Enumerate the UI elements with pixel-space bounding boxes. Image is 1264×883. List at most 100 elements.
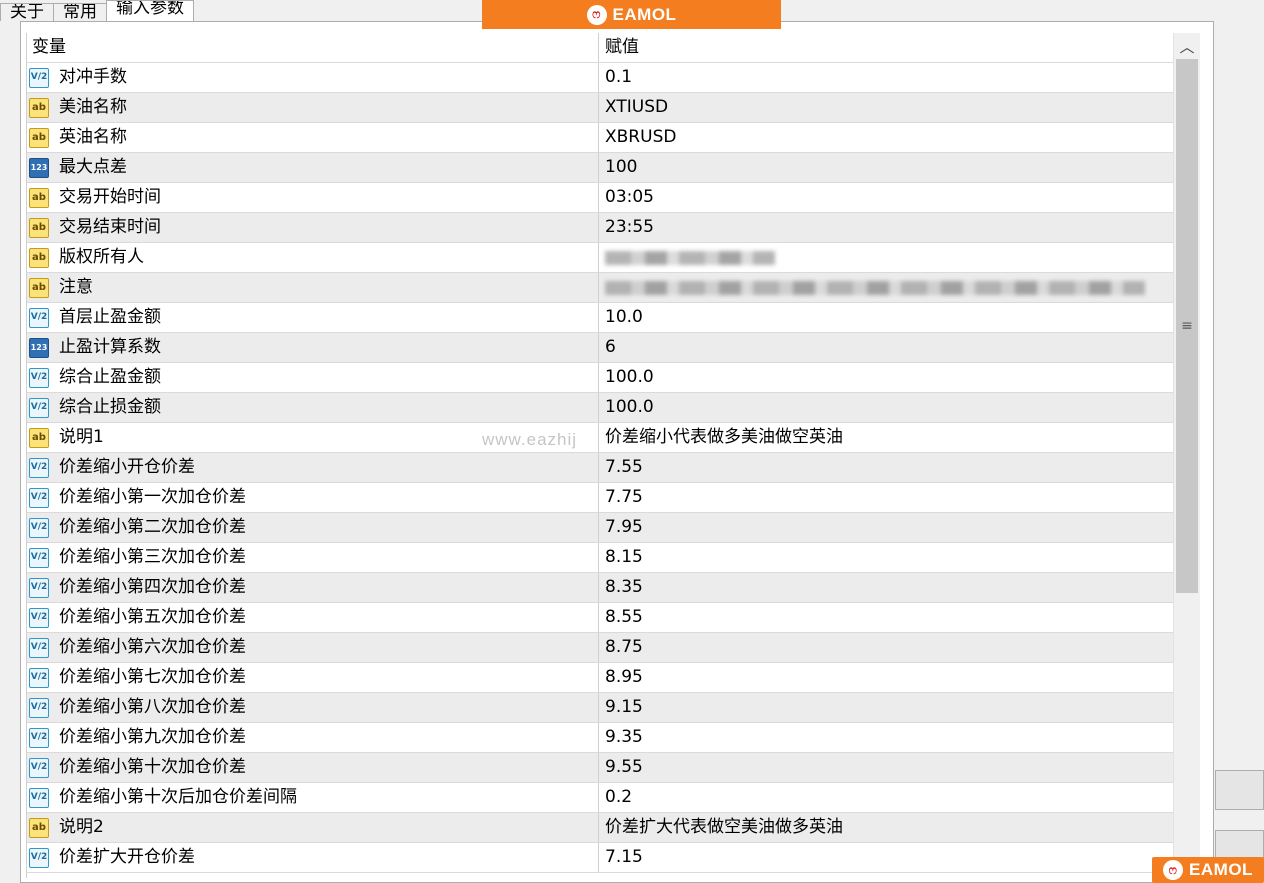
variable-name-cell[interactable]: ab 版权所有人 — [27, 243, 599, 272]
value-cell[interactable]: 8.95 — [599, 663, 1174, 692]
table-row[interactable]: V/2 综合止盈金额 100.0 — [27, 363, 1174, 393]
value-text: 8.95 — [605, 667, 643, 687]
table-row[interactable]: V/2 价差缩小第十次后加仓价差间隔 0.2 — [27, 783, 1174, 813]
table-row[interactable]: V/2 综合止损金额 100.0 — [27, 393, 1174, 423]
variable-name-cell[interactable]: V/2 综合止盈金额 — [27, 363, 599, 392]
table-row[interactable]: ab 美油名称 XTIUSD — [27, 93, 1174, 123]
table-row[interactable]: ab 说明1 价差缩小代表做多美油做空英油 — [27, 423, 1174, 453]
value-cell[interactable]: 6 — [599, 333, 1174, 362]
column-header-variable[interactable]: 变量 — [27, 33, 599, 62]
value-cell[interactable]: 9.35 — [599, 723, 1174, 752]
variable-name-cell[interactable]: V/2 价差缩小第十次后加仓价差间隔 — [27, 783, 599, 812]
table-row[interactable]: V/2 价差缩小第四次加仓价差 8.35 — [27, 573, 1174, 603]
column-header-value[interactable]: 赋值 — [599, 33, 1174, 62]
variable-name: 最大点差 — [59, 157, 127, 177]
variable-name-cell[interactable]: V/2 对冲手数 — [27, 63, 599, 92]
eamol-logo-icon: ෆ — [1163, 860, 1184, 880]
variable-name-cell[interactable]: 123 最大点差 — [27, 153, 599, 182]
variable-name-cell[interactable]: ab 美油名称 — [27, 93, 599, 122]
value-cell[interactable]: 7.95 — [599, 513, 1174, 542]
variable-name-cell[interactable]: V/2 价差缩小第九次加仓价差 — [27, 723, 599, 752]
variable-name-cell[interactable]: V/2 价差缩小开仓价差 — [27, 453, 599, 482]
double-type-icon: V/2 — [29, 787, 49, 808]
value-cell[interactable]: 9.15 — [599, 693, 1174, 722]
variable-name-cell[interactable]: V/2 价差缩小第四次加仓价差 — [27, 573, 599, 602]
value-cell[interactable]: 23:55 — [599, 213, 1174, 242]
scroll-thumb[interactable]: ≡ — [1176, 59, 1198, 593]
variable-name-cell[interactable]: ab 说明1 — [27, 423, 599, 452]
table-row[interactable]: ab 版权所有人 — [27, 243, 1174, 273]
double-type-icon: V/2 — [29, 307, 49, 328]
variable-name-cell[interactable]: V/2 价差缩小第六次加仓价差 — [27, 633, 599, 662]
table-row[interactable]: ab 交易开始时间 03:05 — [27, 183, 1174, 213]
tab-common[interactable]: 常用 — [53, 3, 107, 21]
value-cell[interactable]: 0.2 — [599, 783, 1174, 812]
tab-input-parameters[interactable]: 输入参数 — [106, 0, 194, 21]
table-row[interactable]: ab 英油名称 XBRUSD — [27, 123, 1174, 153]
value-cell[interactable]: 10.0 — [599, 303, 1174, 332]
value-cell[interactable]: 8.35 — [599, 573, 1174, 602]
variable-name-cell[interactable]: V/2 综合止损金额 — [27, 393, 599, 422]
vertical-scrollbar[interactable]: ︿ ≡ — [1173, 33, 1200, 878]
value-cell[interactable]: 100 — [599, 153, 1174, 182]
table-row[interactable]: V/2 价差缩小第六次加仓价差 8.75 — [27, 633, 1174, 663]
table-row[interactable]: V/2 首层止盈金额 10.0 — [27, 303, 1174, 333]
value-cell[interactable] — [599, 273, 1174, 302]
value-cell[interactable]: 100.0 — [599, 393, 1174, 422]
variable-name-cell[interactable]: ab 英油名称 — [27, 123, 599, 152]
value-cell[interactable]: 100.0 — [599, 363, 1174, 392]
value-cell[interactable] — [599, 243, 1174, 272]
table-row[interactable]: V/2 价差缩小第三次加仓价差 8.15 — [27, 543, 1174, 573]
table-row[interactable]: V/2 对冲手数 0.1 — [27, 63, 1174, 93]
variable-name-cell[interactable]: 123 止盈计算系数 — [27, 333, 599, 362]
variable-name-cell[interactable]: V/2 价差扩大开仓价差 — [27, 843, 599, 872]
table-row[interactable]: V/2 价差缩小开仓价差 7.55 — [27, 453, 1174, 483]
value-cell[interactable]: 03:05 — [599, 183, 1174, 212]
variable-name-cell[interactable]: ab 交易开始时间 — [27, 183, 599, 212]
table-row[interactable]: ab 交易结束时间 23:55 — [27, 213, 1174, 243]
tab-about[interactable]: 关于 — [0, 3, 54, 21]
table-row[interactable]: ab 说明2 价差扩大代表做空美油做多英油 — [27, 813, 1174, 843]
variable-name-cell[interactable]: ab 注意 — [27, 273, 599, 302]
table-row[interactable]: V/2 价差扩大开仓价差 7.15 — [27, 843, 1174, 873]
table-row[interactable]: 123 最大点差 100 — [27, 153, 1174, 183]
value-cell[interactable]: 8.75 — [599, 633, 1174, 662]
variable-name-cell[interactable]: V/2 价差缩小第八次加仓价差 — [27, 693, 599, 722]
variable-name-cell[interactable]: V/2 价差缩小第二次加仓价差 — [27, 513, 599, 542]
variable-name-cell[interactable]: ab 交易结束时间 — [27, 213, 599, 242]
side-button-upper[interactable] — [1215, 770, 1264, 810]
value-cell[interactable]: 价差扩大代表做空美油做多英油 — [599, 813, 1174, 842]
value-cell[interactable]: 7.55 — [599, 453, 1174, 482]
table-row[interactable]: V/2 价差缩小第十次加仓价差 9.55 — [27, 753, 1174, 783]
value-cell[interactable]: 0.1 — [599, 63, 1174, 92]
value-cell[interactable]: 7.75 — [599, 483, 1174, 512]
brand-banner-top: ෆ EAMOL — [482, 0, 781, 29]
scroll-up-arrow-icon[interactable]: ︿ — [1174, 33, 1200, 59]
table-row[interactable]: 123 止盈计算系数 6 — [27, 333, 1174, 363]
double-type-icon: V/2 — [29, 457, 49, 478]
table-row[interactable]: V/2 价差缩小第七次加仓价差 8.95 — [27, 663, 1174, 693]
variable-name-cell[interactable]: V/2 价差缩小第七次加仓价差 — [27, 663, 599, 692]
value-cell[interactable]: 7.15 — [599, 843, 1174, 872]
variable-name: 价差缩小第七次加仓价差 — [59, 667, 246, 687]
value-cell[interactable]: 价差缩小代表做多美油做空英油 — [599, 423, 1174, 452]
table-row[interactable]: ab 注意 — [27, 273, 1174, 303]
variable-name-cell[interactable]: V/2 首层止盈金额 — [27, 303, 599, 332]
brand-banner-bottom: ෆ EAMOL — [1152, 857, 1264, 883]
table-row[interactable]: V/2 价差缩小第二次加仓价差 7.95 — [27, 513, 1174, 543]
variable-name-cell[interactable]: V/2 价差缩小第三次加仓价差 — [27, 543, 599, 572]
variable-name-cell[interactable]: V/2 价差缩小第十次加仓价差 — [27, 753, 599, 782]
table-row[interactable]: V/2 价差缩小第一次加仓价差 7.75 — [27, 483, 1174, 513]
side-button-lower[interactable] — [1215, 830, 1264, 860]
value-cell[interactable]: 8.15 — [599, 543, 1174, 572]
table-row[interactable]: V/2 价差缩小第九次加仓价差 9.35 — [27, 723, 1174, 753]
table-row[interactable]: V/2 价差缩小第五次加仓价差 8.55 — [27, 603, 1174, 633]
variable-name-cell[interactable]: V/2 价差缩小第一次加仓价差 — [27, 483, 599, 512]
value-cell[interactable]: XTIUSD — [599, 93, 1174, 122]
variable-name-cell[interactable]: V/2 价差缩小第五次加仓价差 — [27, 603, 599, 632]
table-row[interactable]: V/2 价差缩小第八次加仓价差 9.15 — [27, 693, 1174, 723]
variable-name-cell[interactable]: ab 说明2 — [27, 813, 599, 842]
value-cell[interactable]: XBRUSD — [599, 123, 1174, 152]
value-cell[interactable]: 8.55 — [599, 603, 1174, 632]
value-cell[interactable]: 9.55 — [599, 753, 1174, 782]
